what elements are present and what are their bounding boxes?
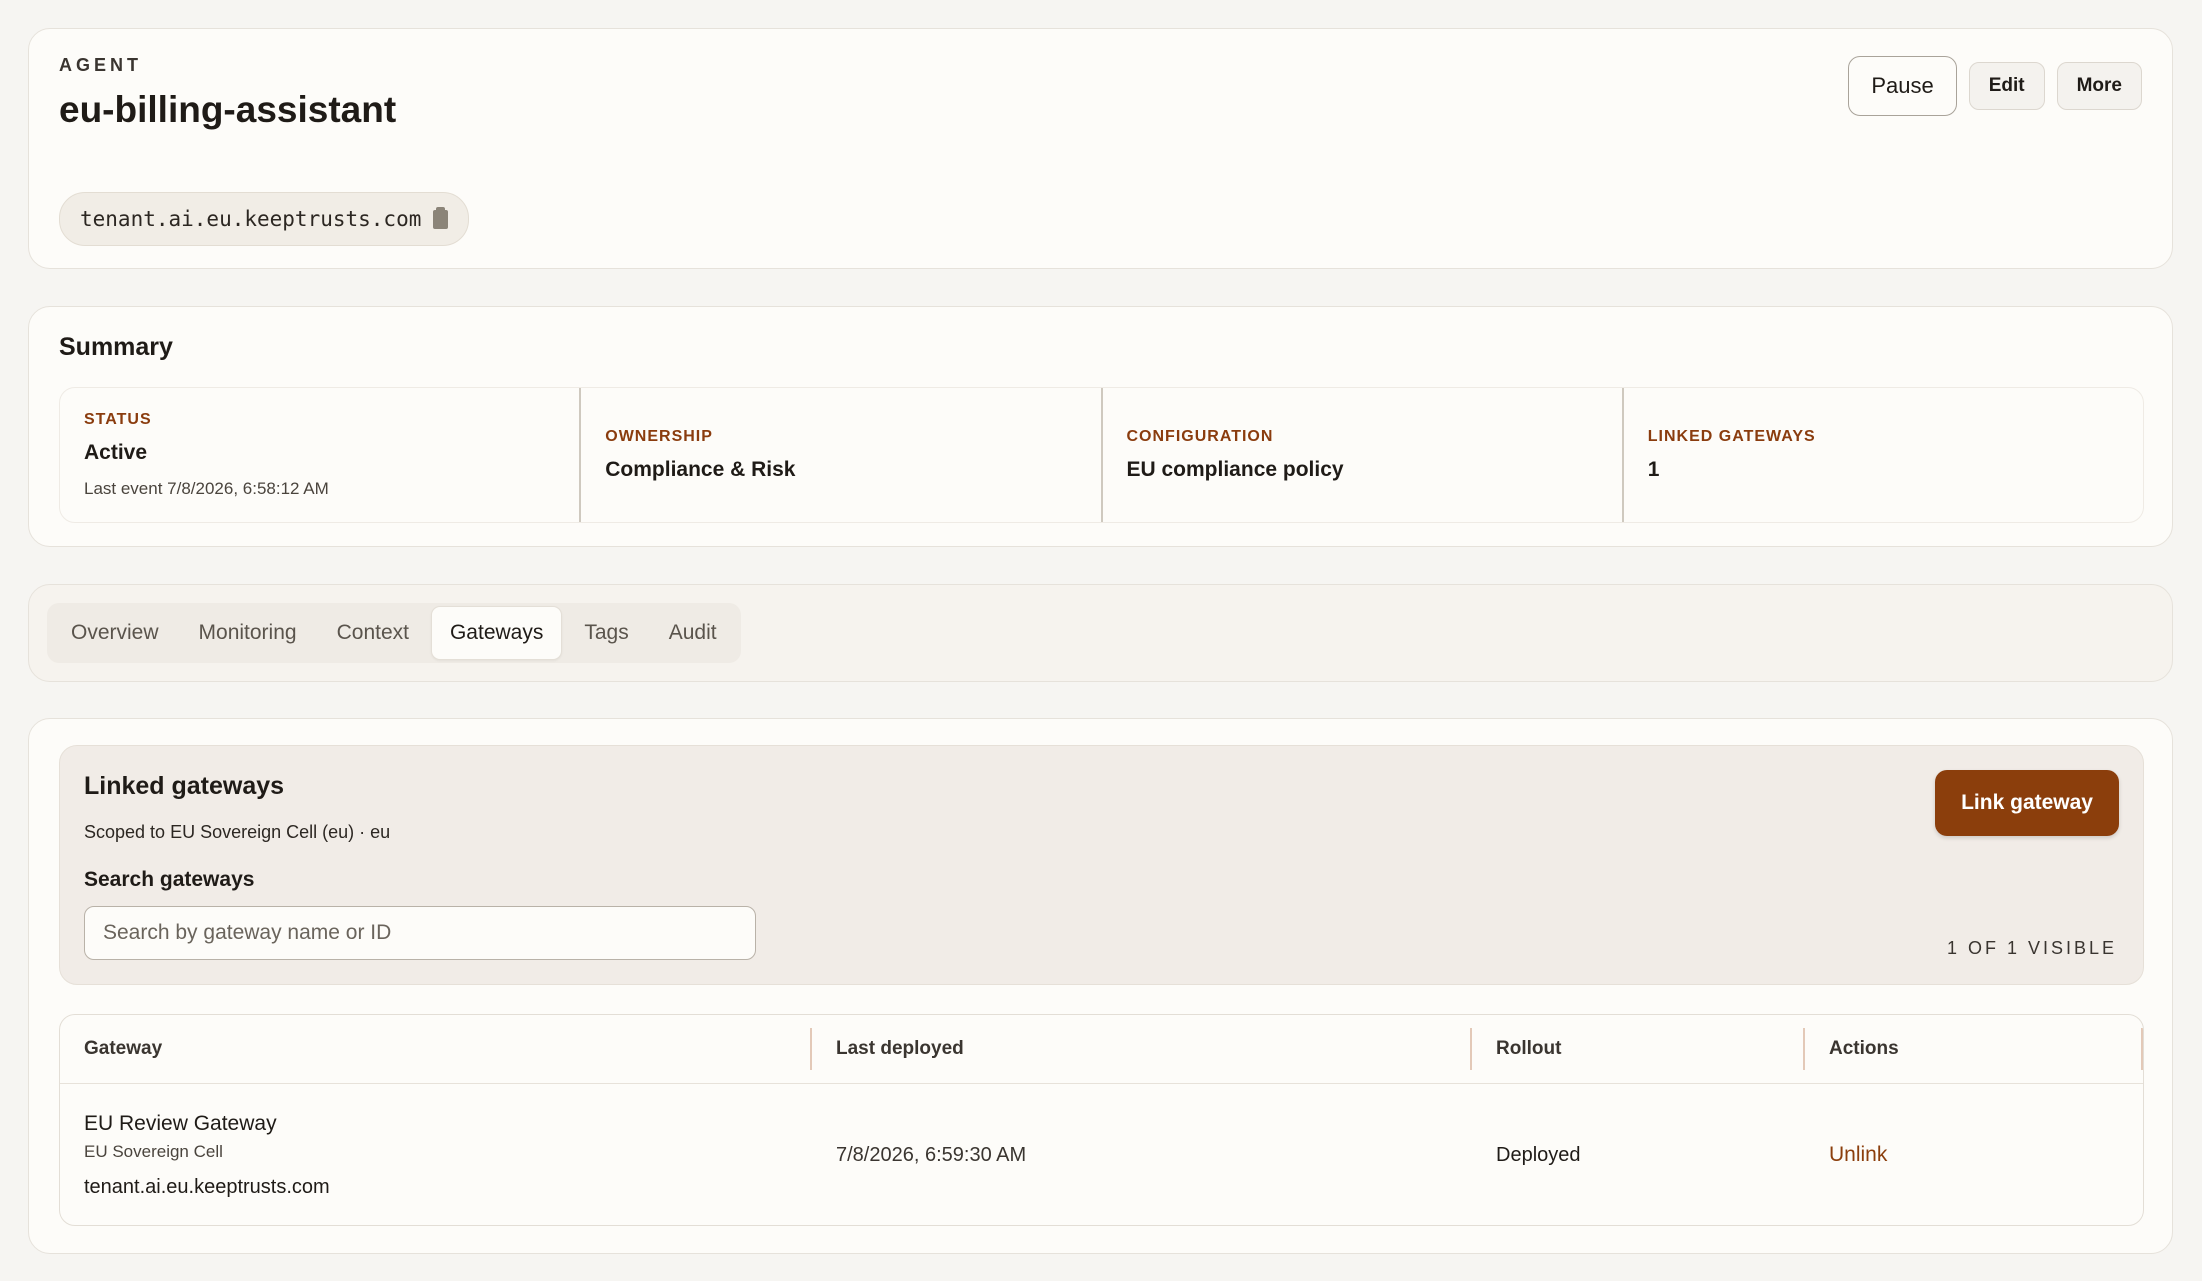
tabs-card: Overview Monitoring Context Gateways Tag…	[28, 584, 2173, 682]
agent-detail-page: AGENT eu-billing-assistant tenant.ai.eu.…	[0, 0, 2202, 1281]
column-header-rollout[interactable]: Rollout	[1472, 1028, 1805, 1070]
page-title: eu-billing-assistant	[59, 89, 397, 130]
clipboard-icon[interactable]	[433, 206, 449, 229]
summary-configuration: CONFIGURATION EU compliance policy	[1103, 388, 1624, 522]
last-deployed-cell: 7/8/2026, 6:59:30 AM	[836, 1143, 1027, 1166]
unlink-link[interactable]: Unlink	[1829, 1143, 1887, 1166]
tab-audit[interactable]: Audit	[651, 607, 735, 659]
tab-monitoring[interactable]: Monitoring	[181, 607, 315, 659]
gateway-host: tenant.ai.eu.keeptrusts.com	[84, 1175, 330, 1198]
pause-button[interactable]: Pause	[1848, 56, 1957, 116]
search-gateways-input[interactable]	[84, 906, 756, 960]
summary-linked-gateways: LINKED GATEWAYS 1	[1624, 388, 2143, 522]
visible-count: 1 OF 1 VISIBLE	[1946, 938, 2117, 958]
summary-status-label: STATUS	[84, 411, 152, 428]
gateways-panel: Linked gateways Scoped to EU Sovereign C…	[59, 745, 2144, 985]
table-header: Gateway Last deployed Rollout Actions	[60, 1015, 2143, 1084]
gateway-cell-name: EU Sovereign Cell	[84, 1141, 223, 1161]
summary-grid: STATUS Active Last event 7/8/2026, 6:58:…	[59, 387, 2144, 523]
summary-configuration-label: CONFIGURATION	[1126, 428, 1274, 445]
summary-ownership-label: OWNERSHIP	[605, 428, 713, 445]
agent-eyebrow: AGENT	[59, 55, 142, 75]
gateways-card: Linked gateways Scoped to EU Sovereign C…	[28, 718, 2173, 1254]
header-actions: Pause Edit More	[1848, 56, 2142, 116]
gateways-title: Linked gateways	[84, 772, 285, 800]
gateways-scope: Scoped to EU Sovereign Cell (eu) · eu	[84, 822, 391, 842]
summary-status-value: Active	[84, 441, 148, 464]
host-chip-text: tenant.ai.eu.keeptrusts.com	[80, 207, 422, 231]
tab-context[interactable]: Context	[319, 607, 427, 659]
summary-title: Summary	[59, 333, 173, 361]
summary-status: STATUS Active Last event 7/8/2026, 6:58:…	[60, 388, 582, 522]
summary-ownership: OWNERSHIP Compliance & Risk	[581, 388, 1103, 522]
link-gateway-button[interactable]: Link gateway	[1935, 770, 2119, 836]
summary-card: Summary STATUS Active Last event 7/8/202…	[28, 306, 2173, 547]
summary-status-sub: Last event 7/8/2026, 6:58:12 AM	[84, 479, 329, 498]
summary-configuration-value: EU compliance policy	[1126, 458, 1344, 481]
tab-overview[interactable]: Overview	[53, 607, 177, 659]
edit-button[interactable]: Edit	[1968, 62, 2045, 110]
column-header-gateway[interactable]: Gateway	[60, 1028, 812, 1070]
tab-gateways[interactable]: Gateways	[430, 606, 563, 660]
gateway-cell: EU Review Gateway EU Sovereign Cell tena…	[60, 1112, 812, 1199]
summary-ownership-value: Compliance & Risk	[605, 458, 796, 481]
agent-header-card: AGENT eu-billing-assistant tenant.ai.eu.…	[28, 28, 2173, 269]
gateways-table: Gateway Last deployed Rollout Actions EU…	[59, 1014, 2144, 1226]
rollout-cell: Deployed	[1496, 1143, 1581, 1166]
tab-bar: Overview Monitoring Context Gateways Tag…	[47, 603, 741, 663]
column-header-last-deployed[interactable]: Last deployed	[812, 1028, 1472, 1070]
summary-linked-gateways-label: LINKED GATEWAYS	[1647, 428, 1816, 445]
more-button[interactable]: More	[2056, 62, 2142, 110]
column-header-actions: Actions	[1805, 1028, 2143, 1070]
actions-cell: Unlink	[1805, 1143, 2143, 1167]
gateway-name: EU Review Gateway	[84, 1111, 277, 1135]
summary-linked-gateways-value: 1	[1647, 458, 1660, 481]
search-gateways-label: Search gateways	[84, 868, 255, 891]
host-chip[interactable]: tenant.ai.eu.keeptrusts.com	[59, 192, 470, 246]
table-row: EU Review Gateway EU Sovereign Cell tena…	[60, 1084, 2143, 1225]
tab-tags[interactable]: Tags	[566, 607, 646, 659]
